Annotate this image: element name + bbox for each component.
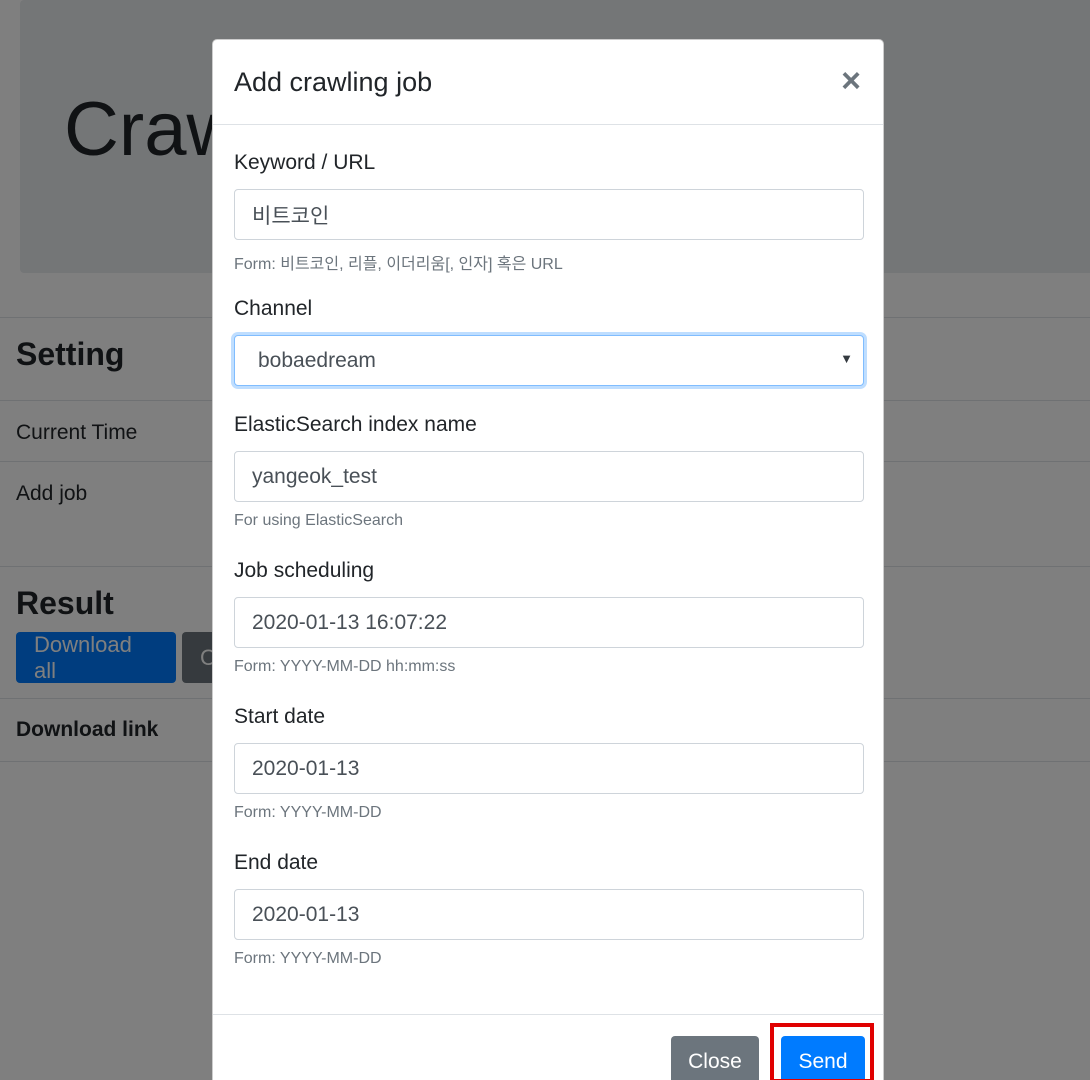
keyword-help: Form: 비트코인, 리플, 이더리움[, 인자] 혹은 URL (234, 256, 563, 273)
caret-down-icon: ▼ (840, 351, 853, 366)
keyword-value: 비트코인 (252, 204, 330, 228)
schedule-help: Form: YYYY-MM-DD hh:mm:ss (234, 658, 456, 675)
keyword-label: Keyword / URL (234, 151, 376, 174)
es-index-help: For using ElasticSearch (234, 512, 403, 529)
channel-label: Channel (234, 297, 313, 320)
keyword-input[interactable]: 비트코인 (234, 189, 864, 240)
es-index-input[interactable]: yangeok_test (234, 451, 864, 502)
channel-value: bobaedream (258, 348, 376, 372)
send-button[interactable]: Send (781, 1036, 865, 1080)
end-date-value: 2020-01-13 (252, 902, 360, 926)
end-date-label: End date (234, 851, 319, 874)
es-index-label: ElasticSearch index name (234, 413, 477, 436)
channel-select[interactable]: bobaedream ▼ (234, 335, 864, 386)
modal-title: Add crawling job (234, 67, 433, 97)
start-date-input[interactable]: 2020-01-13 (234, 743, 864, 794)
schedule-label: Job scheduling (234, 559, 375, 582)
modal-footer-divider (213, 1014, 883, 1015)
add-job-modal: Add crawling job × Keyword / URL 비트코인 Fo… (212, 39, 884, 1080)
start-date-value: 2020-01-13 (252, 756, 360, 780)
schedule-input[interactable]: 2020-01-13 16:07:22 (234, 597, 864, 648)
end-date-help: Form: YYYY-MM-DD (234, 950, 382, 967)
start-date-help: Form: YYYY-MM-DD (234, 804, 382, 821)
schedule-value: 2020-01-13 16:07:22 (252, 610, 447, 634)
close-icon[interactable]: × (841, 64, 861, 98)
es-index-value: yangeok_test (252, 464, 377, 488)
modal-header: Add crawling job × (213, 40, 883, 125)
start-date-label: Start date (234, 705, 326, 728)
end-date-input[interactable]: 2020-01-13 (234, 889, 864, 940)
close-button[interactable]: Close (671, 1036, 759, 1080)
